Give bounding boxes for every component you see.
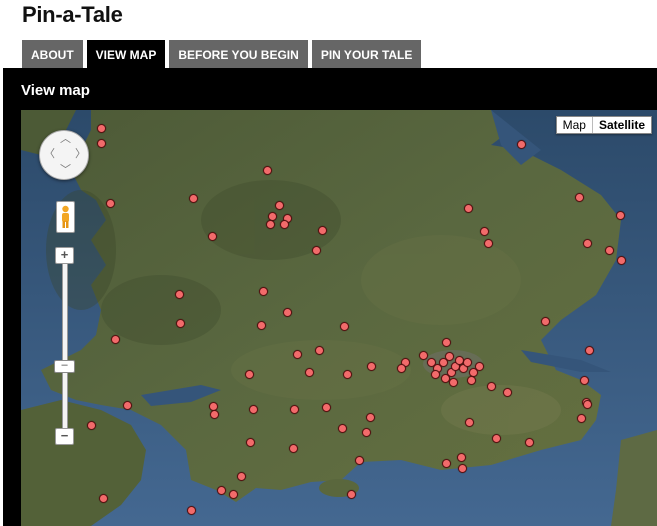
pan-control[interactable]: ︿ ﹀ 〈 〉 xyxy=(39,130,89,180)
map-pin[interactable] xyxy=(275,201,284,210)
zoom-slider-thumb[interactable]: ‒ xyxy=(54,360,75,373)
map-pin[interactable] xyxy=(305,368,314,377)
map-pin[interactable] xyxy=(293,350,302,359)
map-pin[interactable] xyxy=(517,140,526,149)
street-view-pegman-icon[interactable] xyxy=(56,201,75,233)
satellite-map[interactable]: Map Satellite ︿ ﹀ 〈 〉 + ‒ − xyxy=(21,110,657,526)
map-pin[interactable] xyxy=(541,317,550,326)
map-pin[interactable] xyxy=(367,362,376,371)
map-pin[interactable] xyxy=(217,486,226,495)
map-pin[interactable] xyxy=(263,166,272,175)
map-pin[interactable] xyxy=(246,438,255,447)
map-pin[interactable] xyxy=(463,358,472,367)
map-pin[interactable] xyxy=(503,388,512,397)
map-type-satellite-button[interactable]: Satellite xyxy=(591,117,651,133)
zoom-in-button[interactable]: + xyxy=(55,247,74,264)
map-pin[interactable] xyxy=(123,401,132,410)
main-tabs: ABOUT VIEW MAP BEFORE YOU BEGIN PIN YOUR… xyxy=(22,40,422,68)
pan-down-icon[interactable]: ﹀ xyxy=(60,165,71,176)
map-pin[interactable] xyxy=(289,444,298,453)
map-pin[interactable] xyxy=(347,490,356,499)
map-pin[interactable] xyxy=(465,418,474,427)
map-pin[interactable] xyxy=(343,370,352,379)
map-pin[interactable] xyxy=(525,438,534,447)
map-pin[interactable] xyxy=(442,338,451,347)
pan-up-icon[interactable]: ︿ xyxy=(60,134,71,145)
map-pin[interactable] xyxy=(397,364,406,373)
map-pin[interactable] xyxy=(318,226,327,235)
tab-view-map[interactable]: VIEW MAP xyxy=(86,40,166,68)
map-pin[interactable] xyxy=(322,403,331,412)
map-type-map-button[interactable]: Map xyxy=(557,117,592,133)
map-pin[interactable] xyxy=(340,322,349,331)
map-pin[interactable] xyxy=(175,290,184,299)
map-pin[interactable] xyxy=(575,193,584,202)
map-pin[interactable] xyxy=(315,346,324,355)
map-pin[interactable] xyxy=(366,413,375,422)
map-pin[interactable] xyxy=(280,220,289,229)
map-pin[interactable] xyxy=(189,194,198,203)
map-pin[interactable] xyxy=(106,199,115,208)
map-pin[interactable] xyxy=(187,506,196,515)
map-pin[interactable] xyxy=(431,370,440,379)
map-pin[interactable] xyxy=(449,378,458,387)
map-pin[interactable] xyxy=(229,490,238,499)
map-pin[interactable] xyxy=(480,227,489,236)
map-pin[interactable] xyxy=(492,434,501,443)
map-pin[interactable] xyxy=(355,456,364,465)
map-pin[interactable] xyxy=(208,232,217,241)
map-terrain xyxy=(21,110,657,526)
map-pin[interactable] xyxy=(362,428,371,437)
map-pin[interactable] xyxy=(583,400,592,409)
tab-about[interactable]: ABOUT xyxy=(22,40,83,68)
map-pin[interactable] xyxy=(338,424,347,433)
map-pin[interactable] xyxy=(176,319,185,328)
map-pin[interactable] xyxy=(97,139,106,148)
map-pin[interactable] xyxy=(585,346,594,355)
tab-pin-your-tale[interactable]: PIN YOUR TALE xyxy=(311,40,422,68)
map-pin[interactable] xyxy=(457,453,466,462)
pan-right-icon[interactable]: 〉 xyxy=(75,149,86,160)
map-pin[interactable] xyxy=(458,464,467,473)
map-pin[interactable] xyxy=(111,335,120,344)
map-pin[interactable] xyxy=(249,405,258,414)
map-pin[interactable] xyxy=(605,246,614,255)
map-pin[interactable] xyxy=(487,382,496,391)
map-pin[interactable] xyxy=(484,239,493,248)
map-pin[interactable] xyxy=(467,376,476,385)
map-pin[interactable] xyxy=(419,351,428,360)
map-pin[interactable] xyxy=(312,246,321,255)
map-pin[interactable] xyxy=(210,410,219,419)
map-pin[interactable] xyxy=(580,376,589,385)
map-type-control: Map Satellite xyxy=(555,116,652,134)
map-pin[interactable] xyxy=(475,362,484,371)
map-pin[interactable] xyxy=(464,204,473,213)
map-pin[interactable] xyxy=(99,494,108,503)
map-pin[interactable] xyxy=(577,414,586,423)
map-pin[interactable] xyxy=(583,239,592,248)
zoom-out-button[interactable]: − xyxy=(55,428,74,445)
map-panel: View map Map Satellite ︿ ﹀ 〈 〉 + ‒ − xyxy=(3,68,657,526)
map-pin[interactable] xyxy=(617,256,626,265)
map-pin[interactable] xyxy=(616,211,625,220)
tab-before-you-begin[interactable]: BEFORE YOU BEGIN xyxy=(169,40,308,68)
zoom-slider-track[interactable] xyxy=(62,250,68,437)
map-pin[interactable] xyxy=(87,421,96,430)
pan-left-icon[interactable]: 〈 xyxy=(44,149,55,160)
map-pin[interactable] xyxy=(266,220,275,229)
map-pin[interactable] xyxy=(442,459,451,468)
map-pin[interactable] xyxy=(237,472,246,481)
map-pin[interactable] xyxy=(97,124,106,133)
map-pin[interactable] xyxy=(259,287,268,296)
map-pin[interactable] xyxy=(445,352,454,361)
map-pin[interactable] xyxy=(283,308,292,317)
map-pin[interactable] xyxy=(257,321,266,330)
map-pin[interactable] xyxy=(245,370,254,379)
panel-title: View map xyxy=(21,82,90,99)
site-title: Pin-a-Tale xyxy=(22,2,123,27)
map-pin[interactable] xyxy=(290,405,299,414)
